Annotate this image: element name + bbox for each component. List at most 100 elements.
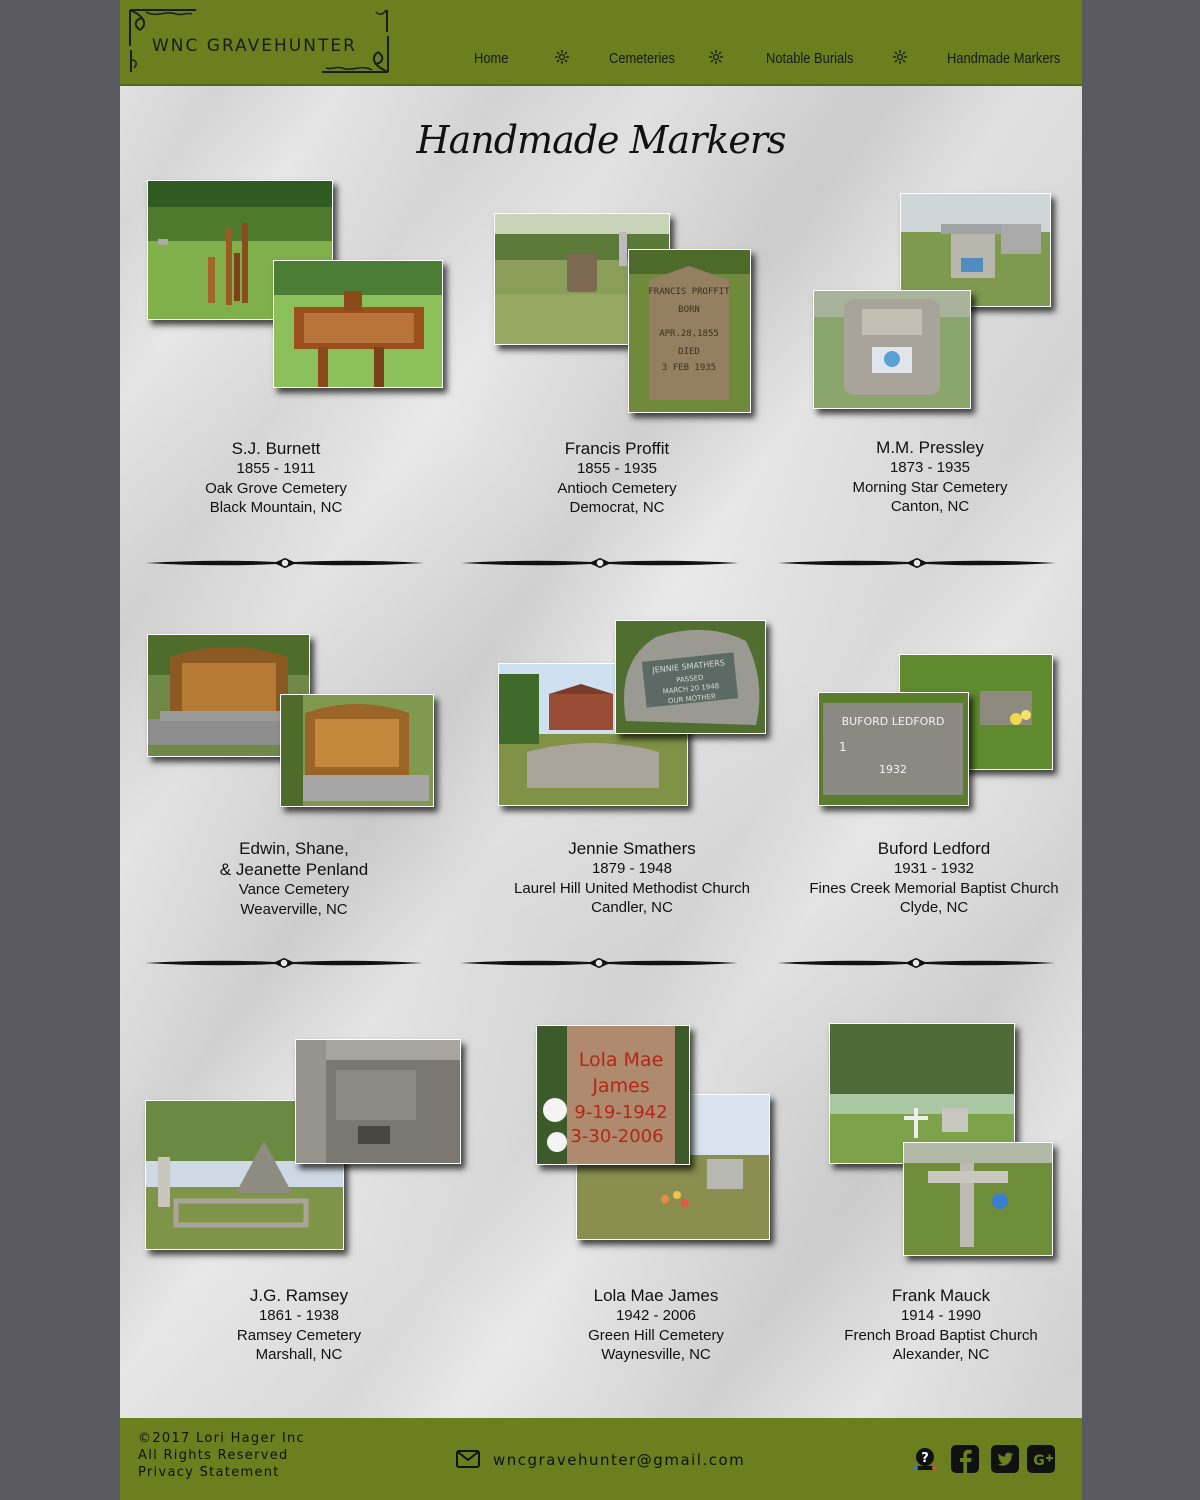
james-inscription-2: James <box>591 1075 649 1097</box>
marker-info-james: Lola Mae James 1942 - 2006 Green Hill Ce… <box>536 1285 776 1365</box>
marker-years: 1873 - 1935 <box>889 459 971 476</box>
marker-name: Frank Mauck <box>891 1286 991 1305</box>
nav-cemeteries[interactable]: Cemeteries <box>609 50 675 67</box>
marker-location: Candler, NC <box>591 899 673 916</box>
proffit-inscription-3: APR.28,1855 <box>659 329 719 339</box>
marker-info-mauck: Frank Mauck 1914 - 1990 French Broad Bap… <box>811 1285 1071 1365</box>
svg-text:G: G <box>1033 1453 1045 1469</box>
findagrave-icon[interactable]: ? <box>910 1444 940 1474</box>
photo-mauck-2[interactable] <box>903 1142 1053 1256</box>
ornamental-divider <box>461 558 739 568</box>
flower-separator-icon <box>555 50 569 64</box>
james-inscription-1: Lola Mae <box>579 1049 664 1071</box>
marker-cemetery: Laurel Hill United Methodist Church <box>514 879 750 897</box>
marker-years: 1879 - 1948 <box>591 860 673 877</box>
james-inscription-3: 9-19-1942 <box>574 1102 667 1123</box>
marker-location: Alexander, NC <box>892 1346 990 1363</box>
marker-info-proffit: Francis Proffit 1855 - 1935 Antioch Ceme… <box>497 438 737 518</box>
marker-name-line2: & Jeanette Penland <box>219 860 369 879</box>
marker-cemetery: Oak Grove Cemetery <box>205 479 347 497</box>
marker-location: Weaverville, NC <box>240 900 348 918</box>
ornamental-divider <box>778 558 1056 568</box>
marker-years: 1931 - 1932 <box>893 860 975 877</box>
facebook-icon[interactable] <box>950 1444 980 1474</box>
proffit-inscription-5: 3 FEB 1935 <box>662 363 716 373</box>
ledford-inscription-2: 1 <box>839 740 847 754</box>
ledford-inscription-1: BUFORD LEDFORD <box>842 715 945 728</box>
marker-info-pressley: M.M. Pressley 1873 - 1935 Morning Star C… <box>810 437 1050 517</box>
marker-name: Buford Ledford <box>877 839 991 858</box>
flower-separator-icon <box>709 50 723 64</box>
nav-handmade-markers[interactable]: Handmade Markers <box>947 50 1060 67</box>
marker-location: Marshall, NC <box>255 1346 343 1363</box>
proffit-inscription-4: DIED <box>678 347 700 357</box>
flower-separator-icon <box>893 50 907 64</box>
marker-info-penland: Edwin, Shane, & Jeanette Penland Vance C… <box>174 838 414 919</box>
footer-legal: ©2017 Lori Hager Inc All Rights Reserved… <box>138 1430 305 1481</box>
ornamental-divider <box>460 958 738 968</box>
site-header: WNC GRAVEHUNTER Home Cemeteries Notable … <box>120 0 1082 86</box>
proffit-inscription-1: FRANCIS PROFFIT <box>648 287 730 297</box>
marker-name: Lola Mae James <box>593 1286 719 1305</box>
marker-cemetery: Fines Creek Memorial Baptist Church <box>809 879 1059 897</box>
marker-name: Edwin, Shane, <box>239 839 349 858</box>
copyright-line: ©2017 Lori Hager Inc <box>138 1430 305 1447</box>
envelope-icon <box>456 1450 480 1468</box>
marker-cemetery: Green Hill Cemetery <box>588 1326 724 1344</box>
marker-name: Francis Proffit <box>564 439 670 458</box>
marker-location: Black Mountain, NC <box>209 499 343 516</box>
site-logo[interactable]: WNC GRAVEHUNTER <box>126 6 390 74</box>
logo-text: WNC GRAVEHUNTER <box>152 36 357 56</box>
page-title: Handmade Markers <box>416 118 786 162</box>
marker-cemetery: Antioch Cemetery <box>557 479 677 497</box>
marker-location: Clyde, NC <box>899 899 969 916</box>
marker-name: Jennie Smathers <box>568 839 696 858</box>
marker-name: J.G. Ramsey <box>249 1286 349 1305</box>
marker-location: Waynesville, NC <box>601 1346 711 1363</box>
ornamental-divider <box>145 958 423 968</box>
site-footer: ©2017 Lori Hager Inc All Rights Reserved… <box>120 1418 1082 1500</box>
marker-info-ramsey: J.G. Ramsey 1861 - 1938 Ramsey Cemetery … <box>179 1285 419 1365</box>
photo-smathers-2[interactable]: JENNIE SMATHERS PASSED MARCH 20 1948 OUR… <box>615 620 766 734</box>
marker-years: 1855 - 1911 <box>236 460 316 477</box>
copyright-text: 2017 Lori Hager Inc <box>152 1431 305 1446</box>
photo-ledford-2[interactable]: BUFORD LEDFORD 1 1932 <box>818 692 969 806</box>
marker-name: M.M. Pressley <box>876 438 984 457</box>
twitter-icon[interactable] <box>990 1444 1020 1474</box>
svg-text:?: ? <box>921 1451 929 1466</box>
email-address[interactable]: wncgravehunter@gmail.com <box>493 1451 745 1469</box>
google-plus-icon[interactable]: G <box>1026 1444 1056 1474</box>
marker-name: S.J. Burnett <box>231 439 321 458</box>
photo-proffit-2[interactable]: FRANCIS PROFFIT BORN APR.28,1855 DIED 3 … <box>628 249 751 413</box>
nav-home[interactable]: Home <box>474 50 508 67</box>
main-nav: Home Cemeteries Notable Burials Handmade… <box>450 46 1070 76</box>
marker-info-burnett: S.J. Burnett 1855 - 1911 Oak Grove Cemet… <box>156 438 396 518</box>
marker-years: 1914 - 1990 <box>900 1307 982 1324</box>
rights-text: All Rights Reserved <box>138 1448 289 1463</box>
james-inscription-4: 3-30-2006 <box>570 1126 663 1147</box>
proffit-inscription-2: BORN <box>678 305 700 315</box>
marker-years: 1942 - 2006 <box>615 1307 697 1324</box>
privacy-link[interactable]: Privacy Statement <box>138 1464 305 1481</box>
marker-location: Democrat, NC <box>569 499 665 516</box>
marker-cemetery: Morning Star Cemetery <box>852 478 1008 496</box>
photo-james-2[interactable]: Lola Mae James 9-19-1942 3-30-2006 <box>536 1025 690 1165</box>
photo-penland-2[interactable] <box>280 694 434 807</box>
marker-cemetery: Vance Cemetery <box>238 881 350 898</box>
photo-ramsey-2[interactable] <box>295 1039 461 1164</box>
ledford-inscription-3: 1932 <box>879 763 907 776</box>
marker-info-smathers: Jennie Smathers 1879 - 1948 Laurel Hill … <box>502 838 762 918</box>
nav-notable-burials[interactable]: Notable Burials <box>766 50 853 67</box>
marker-cemetery: French Broad Baptist Church <box>844 1326 1038 1344</box>
marker-cemetery: Ramsey Cemetery <box>236 1326 362 1344</box>
page: WNC GRAVEHUNTER Home Cemeteries Notable … <box>120 0 1082 1500</box>
photo-pressley-2[interactable] <box>813 290 971 409</box>
marker-info-ledford: Buford Ledford 1931 - 1932 Fines Creek M… <box>794 838 1074 918</box>
marker-years: 1855 - 1935 <box>576 460 658 477</box>
copyright-icon: © <box>138 1431 153 1446</box>
marker-location: Canton, NC <box>890 498 970 515</box>
ornamental-divider <box>777 958 1055 968</box>
marker-years: 1861 - 1938 <box>258 1307 340 1324</box>
ornamental-divider <box>146 558 424 568</box>
photo-burnett-2[interactable] <box>273 260 443 388</box>
